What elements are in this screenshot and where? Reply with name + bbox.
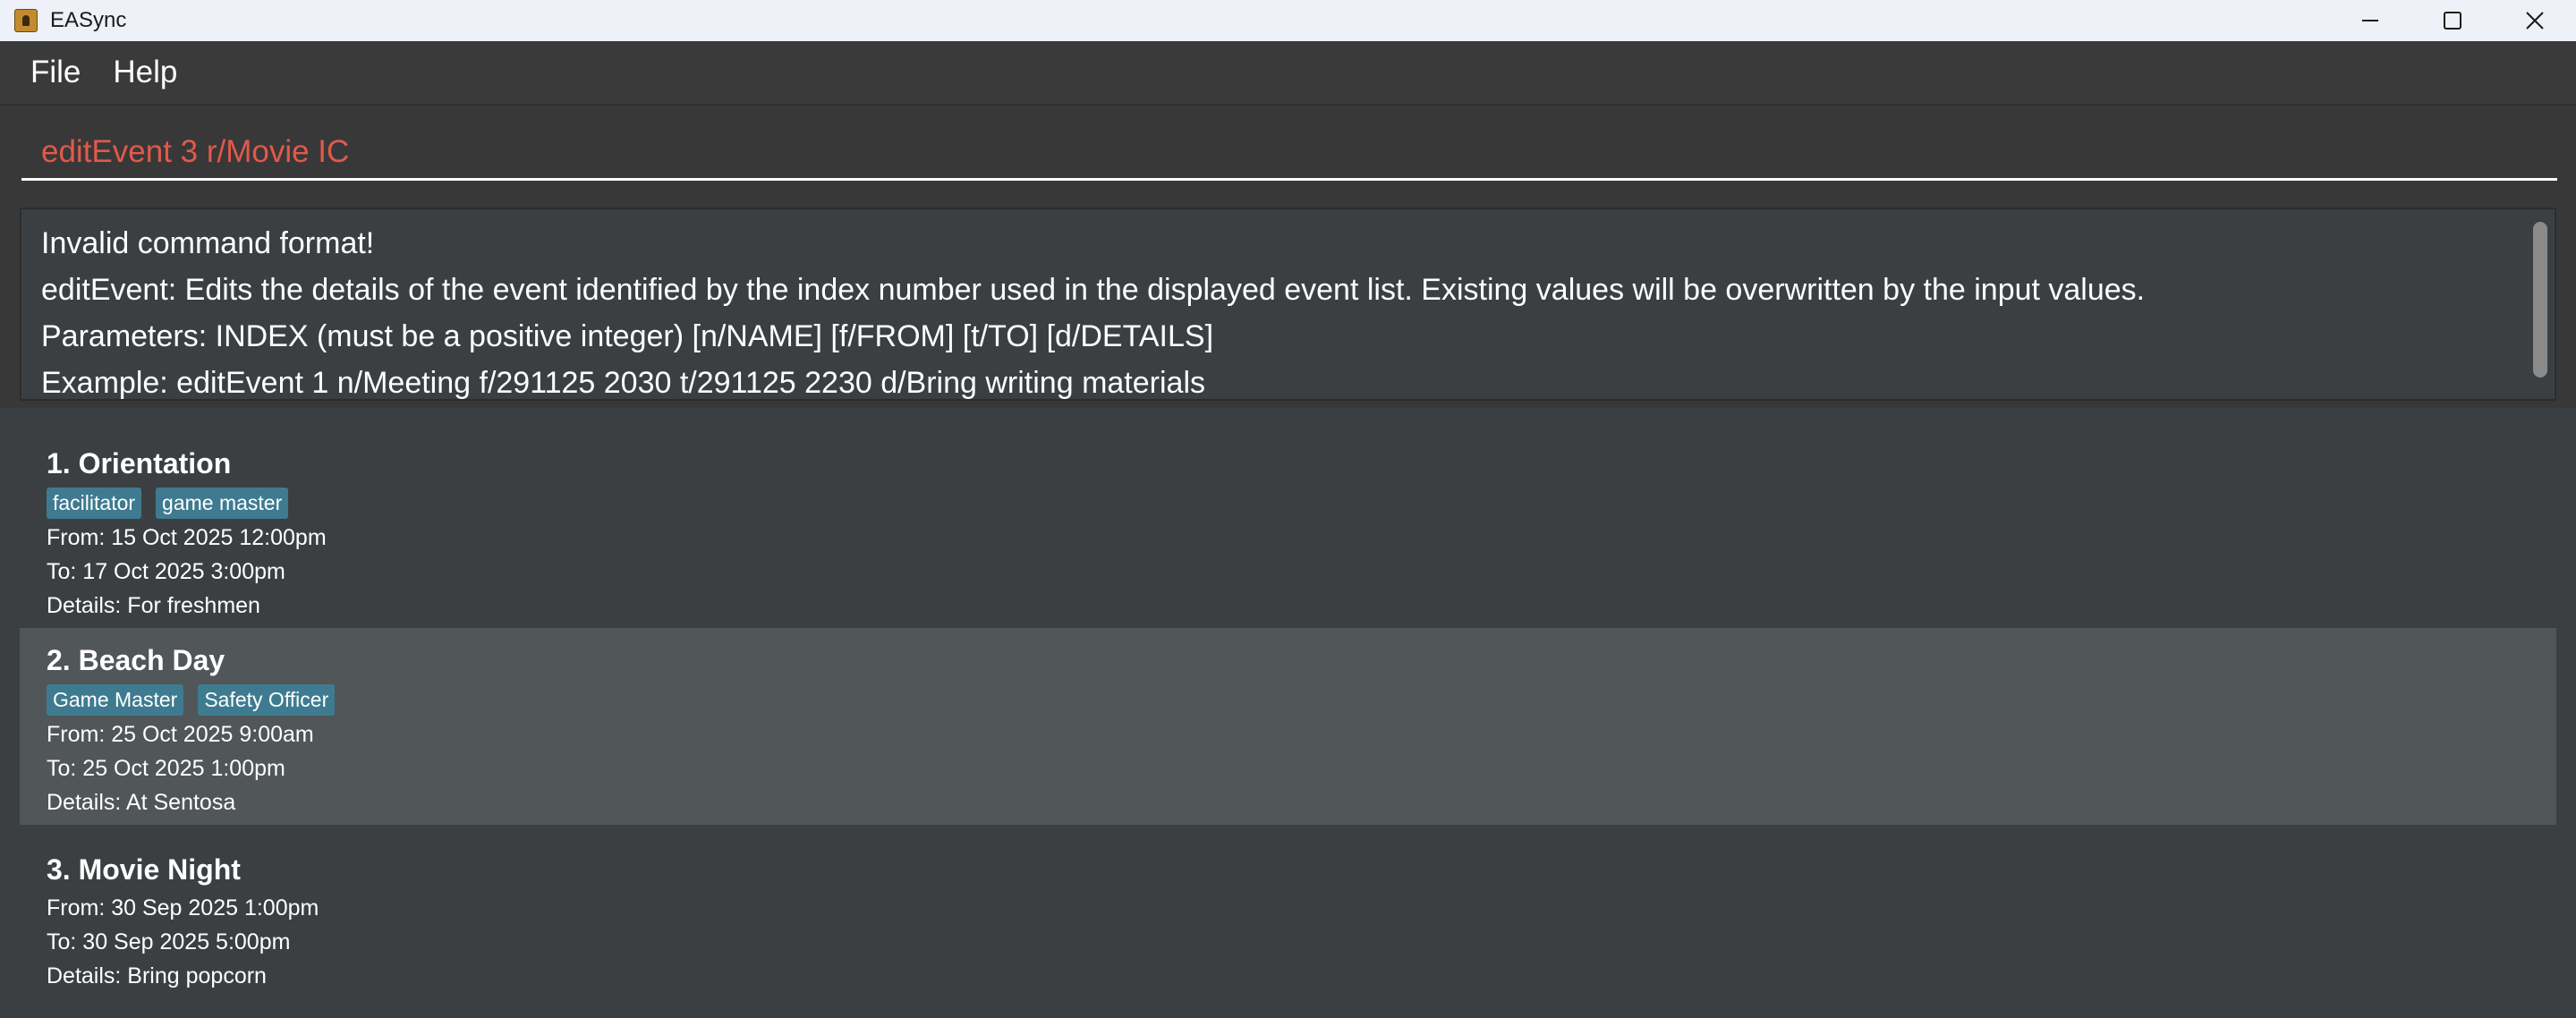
event-tag: Game Master (47, 683, 184, 716)
result-line: Example: editEvent 1 n/Meeting f/291125 … (41, 366, 1205, 400)
result-line: editEvent: Edits the details of the even… (41, 273, 2146, 307)
event-details: Details: Bring popcorn (47, 963, 267, 988)
result-line: Parameters: INDEX (must be a positive in… (41, 319, 1214, 353)
event-to: To: 25 Oct 2025 1:00pm (47, 756, 285, 781)
result-text-area[interactable]: Invalid command format! editEvent: Edits… (20, 208, 2556, 401)
event-to: To: 17 Oct 2025 3:00pm (47, 559, 285, 584)
event-name: 1. Orientation (47, 447, 232, 479)
close-icon (2526, 12, 2544, 30)
event-card-3[interactable]: 3. Movie Night From: 30 Sep 2025 1:00pm … (20, 825, 2556, 1018)
command-box (0, 106, 2576, 200)
close-button[interactable] (2494, 0, 2576, 41)
event-card-2[interactable]: 2. Beach Day Game Master Safety Officer … (20, 628, 2556, 825)
event-tags: facilitator game master (47, 485, 2556, 521)
scrollbar-thumb[interactable] (2533, 222, 2547, 378)
result-display: Invalid command format! editEvent: Edits… (0, 200, 2576, 408)
event-details: Details: For freshmen (47, 593, 260, 618)
event-tag: Safety Officer (198, 683, 336, 716)
result-line: Invalid command format! (41, 226, 375, 260)
menu-help[interactable]: Help (97, 55, 193, 90)
window-title: EASync (50, 8, 127, 32)
event-from: From: 30 Sep 2025 1:00pm (47, 895, 319, 920)
easync-app-icon (14, 9, 38, 32)
maximize-icon (2444, 12, 2461, 30)
result-scrollbar[interactable] (2533, 222, 2547, 392)
event-from: From: 25 Oct 2025 9:00am (47, 722, 314, 747)
event-to: To: 30 Sep 2025 5:00pm (47, 929, 291, 954)
window-controls (2329, 0, 2576, 41)
event-tag: facilitator (47, 487, 142, 519)
minimize-button[interactable] (2329, 0, 2411, 41)
event-name: 2. Beach Day (47, 644, 225, 676)
event-card-1[interactable]: 1. Orientation facilitator game master F… (20, 429, 2556, 628)
event-details: Details: At Sentosa (47, 790, 236, 815)
minimize-icon (2362, 20, 2378, 21)
event-name: 3. Movie Night (47, 853, 241, 886)
menu-bar: File Help (0, 41, 2576, 106)
title-bar: EASync (0, 0, 2576, 41)
maximize-button[interactable] (2411, 0, 2494, 41)
menu-file[interactable]: File (14, 55, 97, 90)
event-tag: game master (156, 487, 289, 519)
event-from: From: 15 Oct 2025 12:00pm (47, 525, 327, 550)
command-input[interactable] (21, 125, 2557, 181)
event-list: 1. Orientation facilitator game master F… (20, 429, 2556, 1018)
event-tags: Game Master Safety Officer (47, 682, 2556, 717)
